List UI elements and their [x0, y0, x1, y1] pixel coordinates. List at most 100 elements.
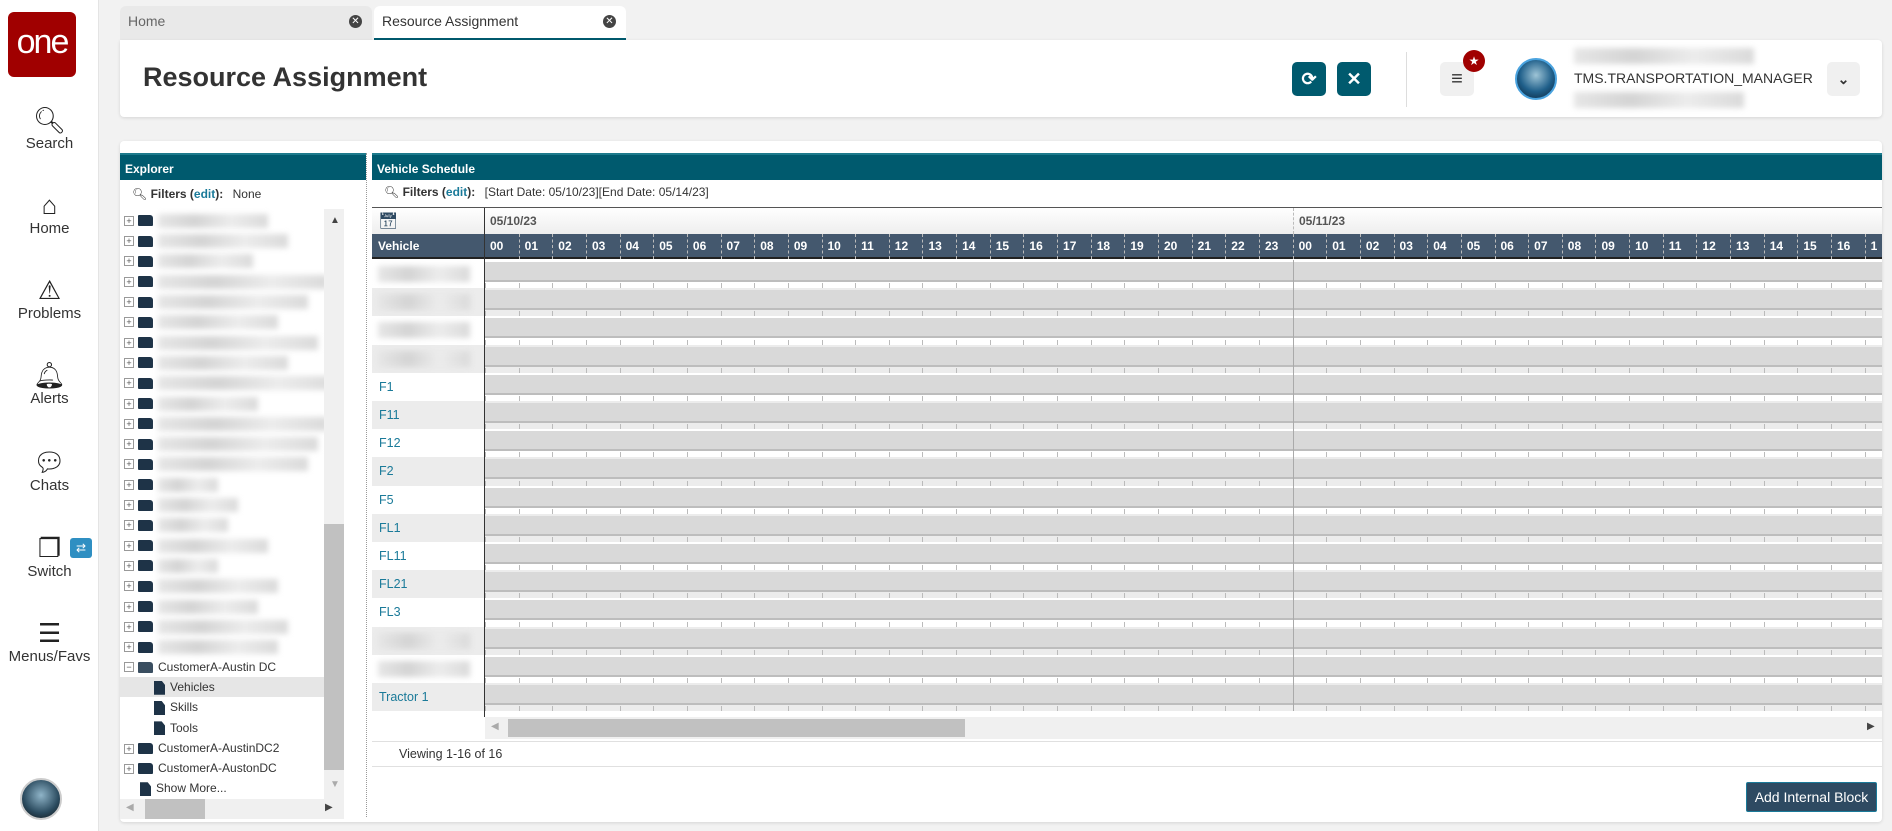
expand-icon[interactable]: +	[124, 459, 134, 470]
expand-icon[interactable]: +	[124, 560, 134, 571]
schedule-bar[interactable]	[485, 262, 1882, 282]
scroll-down-icon[interactable]: ▼	[330, 779, 340, 790]
vehicle-column-header[interactable]: Vehicle	[378, 234, 419, 259]
tree-node[interactable]: +	[124, 230, 288, 250]
expand-icon[interactable]: +	[124, 215, 134, 226]
scroll-right-icon[interactable]: ▶	[1867, 721, 1875, 732]
tree-node[interactable]: +	[124, 474, 218, 494]
expand-icon[interactable]: +	[124, 418, 134, 429]
scroll-up-icon[interactable]: ▲	[330, 215, 340, 226]
schedule-row[interactable]: Tractor 1	[372, 683, 1882, 712]
schedule-row[interactable]	[372, 316, 1882, 345]
tree-node[interactable]: +	[124, 454, 308, 474]
schedule-bar[interactable]	[485, 346, 1882, 367]
user-menu-chevron-icon[interactable]: ⌄	[1827, 62, 1860, 96]
expand-icon[interactable]: +	[124, 743, 134, 754]
schedule-row[interactable]: F1	[372, 372, 1882, 401]
collapse-icon[interactable]: −	[124, 662, 134, 673]
tree-node[interactable]: Show More...	[124, 778, 227, 798]
tab-resource-assignment[interactable]: Resource Assignment ✕	[374, 6, 626, 40]
schedule-row[interactable]	[372, 654, 1882, 683]
tree-node[interactable]: +	[124, 555, 218, 575]
scroll-left-icon[interactable]: ◀	[126, 802, 134, 813]
schedule-bar[interactable]	[485, 572, 1882, 593]
expand-icon[interactable]: +	[124, 763, 134, 774]
nav-alerts[interactable]: 🔔︎ Alerts	[0, 360, 99, 407]
scroll-thumb[interactable]	[145, 799, 205, 819]
schedule-row[interactable]: F5	[372, 485, 1882, 514]
expand-icon[interactable]: +	[124, 581, 134, 592]
vehicle-label[interactable]: Tractor 1	[372, 683, 484, 711]
user-avatar-icon[interactable]	[20, 778, 62, 820]
vehicle-label[interactable]: F12	[372, 429, 484, 457]
schedule-row[interactable]	[372, 344, 1882, 373]
expand-icon[interactable]: +	[124, 520, 134, 531]
expand-icon[interactable]: +	[124, 540, 134, 551]
tree-node[interactable]: +	[124, 271, 328, 291]
nav-home[interactable]: ⌂ Home	[0, 190, 99, 237]
tree-node[interactable]: +	[124, 535, 268, 555]
tree-node[interactable]: +	[124, 636, 278, 656]
expand-icon[interactable]: +	[124, 398, 134, 409]
vehicle-label[interactable]: FL11	[372, 542, 484, 570]
schedule-row[interactable]: FL3	[372, 598, 1882, 627]
expand-icon[interactable]: +	[124, 357, 134, 368]
close-tab-icon[interactable]: ✕	[349, 15, 362, 28]
schedule-bar[interactable]	[485, 318, 1882, 339]
schedule-row[interactable]	[372, 626, 1882, 655]
scroll-thumb[interactable]	[324, 524, 344, 770]
nav-search[interactable]: 🔍︎ Search	[0, 105, 99, 152]
schedule-bar[interactable]	[485, 685, 1882, 705]
schedule-row[interactable]: FL21	[372, 570, 1882, 599]
schedule-row[interactable]: FL1	[372, 513, 1882, 542]
grid-horizontal-scrollbar[interactable]: ◀ ▶	[485, 717, 1882, 739]
expand-icon[interactable]: +	[124, 439, 134, 450]
schedule-bar[interactable]	[485, 487, 1882, 508]
expand-icon[interactable]: +	[124, 256, 134, 267]
vehicle-label[interactable]: F2	[372, 457, 484, 485]
schedule-bar[interactable]	[485, 290, 1882, 311]
expand-icon[interactable]: +	[124, 642, 134, 653]
expand-icon[interactable]: +	[124, 601, 134, 612]
tree-node[interactable]: Skills	[124, 697, 198, 717]
tree-node[interactable]: +	[124, 515, 228, 535]
schedule-row[interactable]: F12	[372, 429, 1882, 458]
tree-node[interactable]: +	[124, 433, 318, 453]
tree-vertical-scrollbar[interactable]: ▲ ▼	[324, 209, 344, 799]
calendar-icon[interactable]: 📅︎	[378, 211, 398, 231]
vehicle-label[interactable]: FL3	[372, 598, 484, 626]
expand-icon[interactable]: +	[124, 479, 134, 490]
expand-icon[interactable]: +	[124, 276, 134, 287]
refresh-button[interactable]: ⟳	[1292, 62, 1326, 96]
expand-icon[interactable]: +	[124, 621, 134, 632]
close-tab-icon[interactable]: ✕	[603, 15, 616, 28]
tree-node[interactable]: + CustomerA-AustinDC2	[124, 738, 279, 758]
add-internal-block-button[interactable]: Add Internal Block	[1746, 782, 1877, 812]
schedule-row[interactable]	[372, 260, 1882, 289]
user-avatar[interactable]	[1515, 58, 1557, 100]
expand-icon[interactable]: +	[124, 317, 134, 328]
nav-problems[interactable]: ⚠ Problems	[0, 275, 99, 322]
schedule-filters-edit-link[interactable]: edit	[446, 185, 467, 199]
schedule-bar[interactable]	[485, 374, 1882, 395]
tree-node[interactable]: +	[124, 291, 308, 311]
scroll-left-icon[interactable]: ◀	[491, 721, 499, 732]
schedule-row[interactable]: F11	[372, 401, 1882, 430]
vehicle-label[interactable]: F1	[372, 373, 484, 401]
tree-node[interactable]: +	[124, 596, 258, 616]
schedule-row[interactable]: F2	[372, 457, 1882, 486]
expand-icon[interactable]: +	[124, 337, 134, 348]
tree-node[interactable]: +	[124, 352, 288, 372]
expand-icon[interactable]: +	[124, 378, 134, 389]
tree-node[interactable]: − CustomerA-Austin DC	[124, 657, 276, 677]
tree-node[interactable]: +	[124, 372, 338, 392]
schedule-bar[interactable]	[485, 600, 1882, 621]
app-logo[interactable]: one	[8, 12, 76, 77]
schedule-row[interactable]: FL11	[372, 542, 1882, 571]
nav-menus-favs[interactable]: ☰ Menus/Favs	[0, 618, 99, 665]
tree-node[interactable]: Vehicles	[120, 676, 324, 697]
schedule-bar[interactable]	[485, 544, 1882, 564]
expand-icon[interactable]: +	[124, 236, 134, 247]
switch-badge-icon[interactable]: ⇄	[70, 538, 92, 558]
schedule-bar[interactable]	[485, 515, 1882, 536]
